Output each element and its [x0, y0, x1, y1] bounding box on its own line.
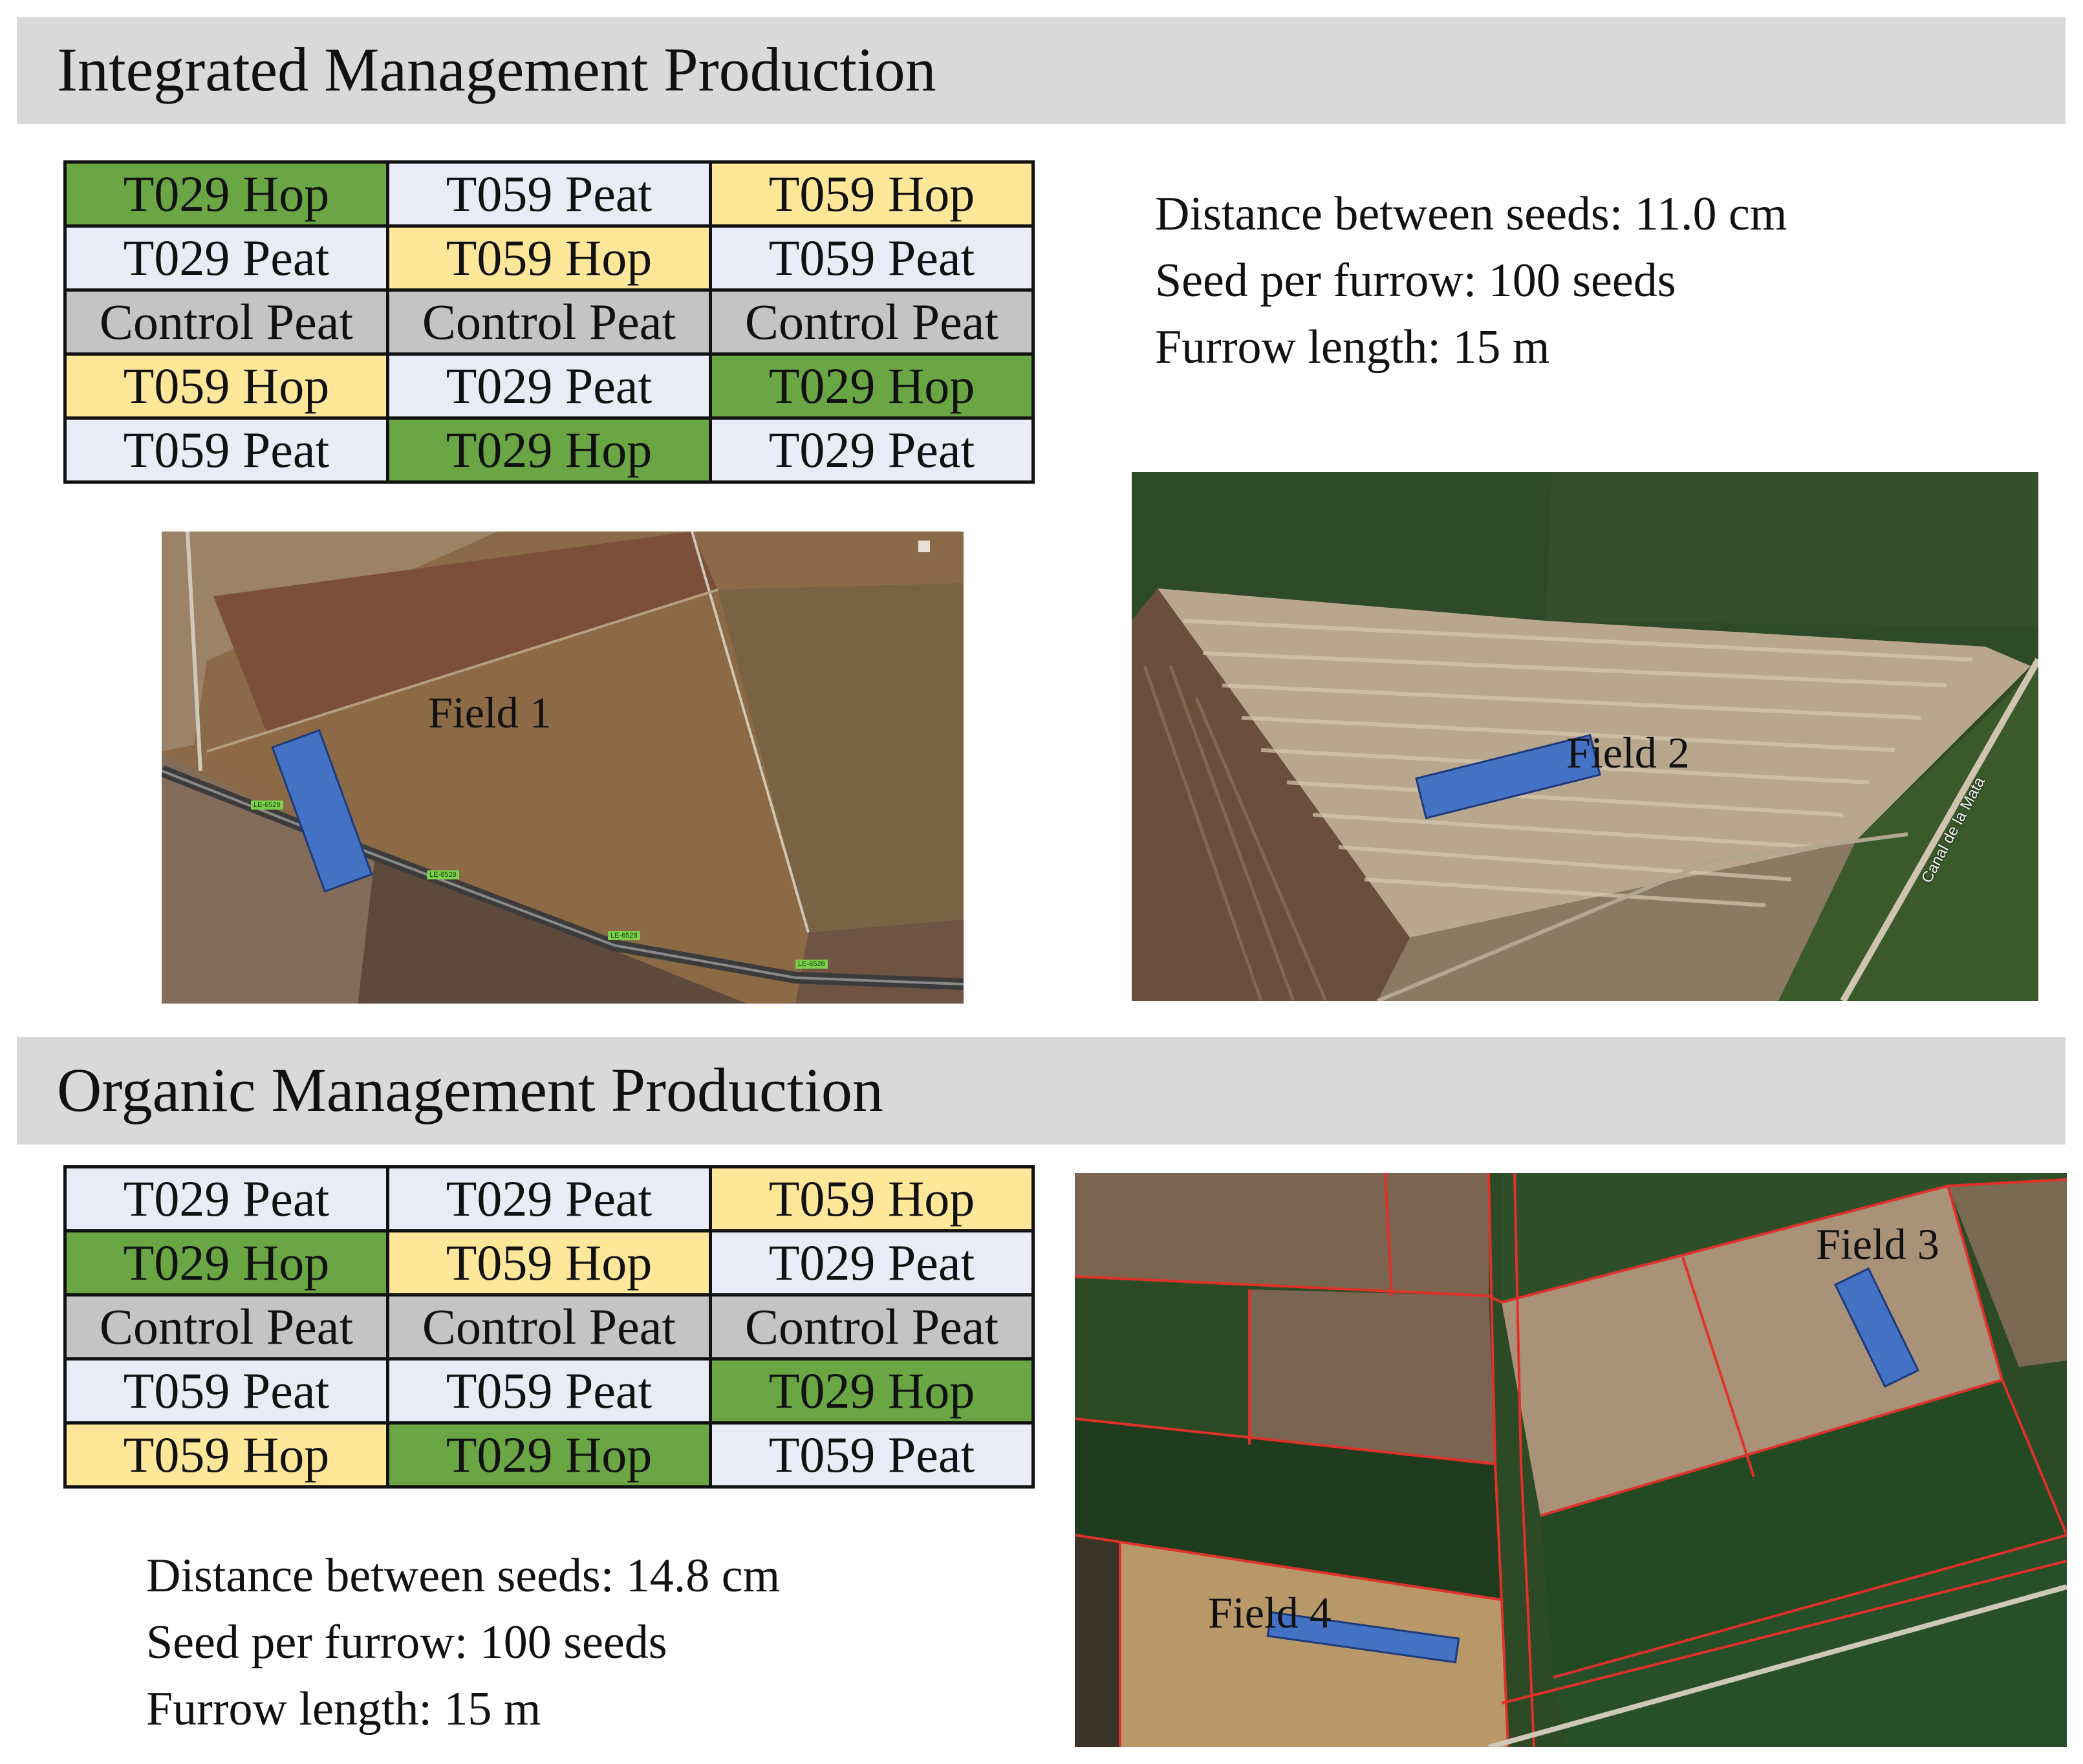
treatment-cell: T029 Peat: [386, 1165, 712, 1232]
section-banner-integrated: Integrated Management Production: [17, 17, 2066, 124]
road-label: LE-6528: [795, 960, 828, 969]
treatment-cell: T059 Hop: [386, 224, 712, 292]
treatment-cell: T029 Peat: [63, 1165, 389, 1232]
furrow-length: Furrow length: 15 m: [1155, 321, 1550, 374]
field-4-label: Field 4: [1208, 1588, 1332, 1637]
section-banner-organic: Organic Management Production: [17, 1037, 2066, 1145]
treatment-cell: Control Peat: [386, 1293, 712, 1361]
treatment-cell: Control Peat: [709, 288, 1035, 356]
grid-row: T029 Peat T059 Hop T059 Peat: [63, 224, 1035, 292]
treatment-cell: Control Peat: [386, 288, 712, 356]
treatment-cell: T059 Hop: [63, 1421, 389, 1489]
grid-row: T059 Peat T029 Hop T029 Peat: [63, 416, 1035, 484]
grid-row: Control Peat Control Peat Control Peat: [63, 288, 1035, 356]
sowing-info-organic: Distance between seeds: 14.8 cm Seed per…: [146, 1543, 780, 1743]
treatment-cell: T029 Hop: [386, 1421, 712, 1489]
grid-row: T059 Peat T059 Peat T029 Hop: [63, 1357, 1035, 1425]
treatment-cell: T029 Hop: [63, 1229, 389, 1296]
treatment-cell: T059 Peat: [709, 224, 1035, 292]
section-title: Integrated Management Production: [57, 35, 936, 104]
distance-between-seeds: Distance between seeds: 14.8 cm: [146, 1549, 781, 1602]
treatment-cell: T029 Hop: [386, 416, 712, 484]
treatment-cell: Control Peat: [63, 288, 389, 356]
grid-row: T029 Peat T029 Peat T059 Hop: [63, 1165, 1035, 1232]
road-label: LE-6528: [251, 801, 283, 810]
grid-row: T029 Hop T059 Peat T059 Hop: [63, 160, 1035, 228]
distance-between-seeds: Distance between seeds: 11.0 cm: [1155, 188, 1787, 241]
treatment-cell: T059 Hop: [63, 352, 389, 420]
treatment-cell: T029 Hop: [63, 160, 389, 228]
treatment-cell: T059 Peat: [386, 160, 712, 228]
seed-per-furrow: Seed per furrow: 100 seeds: [1155, 254, 1676, 307]
treatment-cell: T059 Peat: [63, 1357, 389, 1425]
treatment-grid-organic: T029 Peat T029 Peat T059 Hop T029 Hop T059 H…: [63, 1165, 1035, 1489]
field-1-satellite-image: LE-6528 LE-6528 LE-6528 LE-6528 Field 1: [162, 532, 964, 1004]
grid-row: Control Peat Control Peat Control Peat: [63, 1293, 1035, 1361]
field-2-satellite-image: Canal de la Mata Field 2: [1132, 472, 2038, 1001]
road-label: LE-6528: [608, 931, 640, 940]
section-title: Organic Management Production: [57, 1055, 883, 1124]
seed-per-furrow: Seed per furrow: 100 seeds: [146, 1616, 667, 1669]
treatment-cell: T029 Peat: [63, 224, 389, 292]
treatment-cell: Control Peat: [63, 1293, 389, 1361]
grid-row: T059 Hop T029 Peat T029 Hop: [63, 352, 1035, 420]
furrow-length: Furrow length: 15 m: [146, 1683, 541, 1736]
field-1-label: Field 1: [428, 688, 552, 737]
treatment-cell: T029 Hop: [709, 1357, 1035, 1425]
sowing-info-integrated: Distance between seeds: 11.0 cm Seed per…: [1155, 181, 1787, 381]
grid-row: T059 Hop T029 Hop T059 Peat: [63, 1421, 1035, 1489]
treatment-cell: T029 Hop: [709, 352, 1035, 420]
treatment-cell: T059 Peat: [709, 1421, 1035, 1489]
treatment-grid-integrated: T029 Hop T059 Peat T059 Hop T029 Peat T059 H…: [63, 160, 1035, 484]
treatment-cell: T059 Hop: [709, 160, 1035, 228]
treatment-cell: T059 Peat: [63, 416, 389, 484]
treatment-cell: T029 Peat: [386, 352, 712, 420]
treatment-cell: T029 Peat: [709, 1229, 1035, 1296]
grid-row: T029 Hop T059 Hop T029 Peat: [63, 1229, 1035, 1296]
treatment-cell: Control Peat: [709, 1293, 1035, 1361]
treatment-cell: T059 Peat: [386, 1357, 712, 1425]
field-3-label: Field 3: [1816, 1220, 1939, 1269]
treatment-cell: T059 Hop: [709, 1165, 1035, 1232]
treatment-cell: T029 Peat: [709, 416, 1035, 484]
treatment-cell: T059 Hop: [386, 1229, 712, 1296]
field-2-label: Field 2: [1566, 728, 1690, 777]
road-label: LE-6528: [427, 870, 459, 879]
field-3-4-satellite-image: Field 3 Field 4: [1075, 1173, 2067, 1747]
